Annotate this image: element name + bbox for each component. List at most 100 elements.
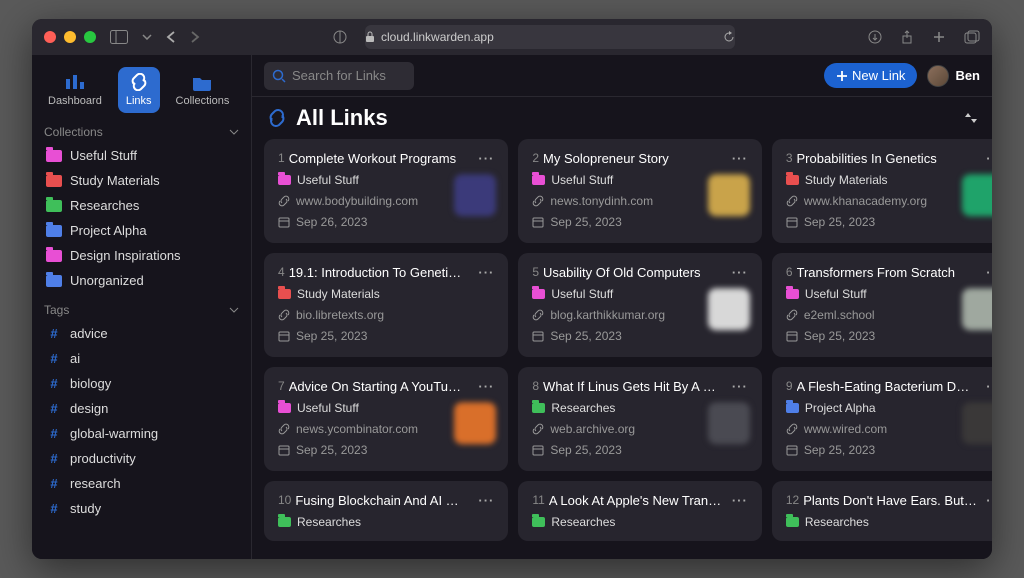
card-menu-button[interactable]: ··· [478,493,494,508]
sidebar-collection-item[interactable]: Project Alpha [32,218,251,243]
tags-header-label: Tags [44,303,69,317]
link-card[interactable]: 10 Fusing Blockchain And AI With Me... ·… [264,481,508,541]
tag-label: study [70,501,101,516]
sidebar-collection-item[interactable]: Unorganized [32,268,251,293]
card-title: Probabilities In Genetics [797,151,937,166]
card-collection[interactable]: Researches [278,515,494,529]
close-window-button[interactable] [44,31,56,43]
link-card[interactable]: 9 A Flesh-Eating Bacterium Discover... ·… [772,367,992,471]
link-card[interactable]: 1 Complete Workout Programs ··· Useful S… [264,139,508,243]
card-thumbnail [962,174,992,216]
user-menu[interactable]: Ben [927,65,980,87]
tag-label: design [70,401,108,416]
link-card[interactable]: 5 Usability Of Old Computers ··· Useful … [518,253,761,357]
sidebar-collection-item[interactable]: Design Inspirations [32,243,251,268]
chevron-down-icon [229,129,239,135]
card-menu-button[interactable]: ··· [732,493,748,508]
card-menu-button[interactable]: ··· [732,265,748,280]
card-number: 11 [532,493,544,508]
sidebar-tag-item[interactable]: # design [32,396,251,421]
link-icon [532,195,544,207]
sidebar-tag-item[interactable]: #ai [32,346,251,371]
link-card[interactable]: 6 Transformers From Scratch ··· Useful S… [772,253,992,357]
card-menu-button[interactable]: ··· [986,493,992,508]
link-icon [532,423,544,435]
back-button[interactable] [166,30,176,44]
card-collection[interactable]: Study Materials [278,287,494,301]
card-title: A Look At Apple's New Transform... [549,493,724,508]
card-menu-button[interactable]: ··· [732,151,748,166]
card-menu-button[interactable]: ··· [986,379,992,394]
card-menu-button[interactable]: ··· [986,265,992,280]
new-tab-icon[interactable] [932,30,946,44]
card-collection-label: Project Alpha [805,401,876,415]
card-collection[interactable]: Useful Stuff [786,287,992,301]
card-menu-button[interactable]: ··· [478,265,494,280]
tags-header[interactable]: Tags [32,299,251,321]
collection-label: Researches [70,198,139,213]
sidebar-collection-item[interactable]: Useful Stuff [32,143,251,168]
link-card[interactable]: 3 Probabilities In Genetics ··· Study Ma… [772,139,992,243]
sidebar-tag-item[interactable]: #productivity [32,446,251,471]
tabs-icon[interactable] [964,30,980,44]
link-icon [278,309,290,321]
maximize-window-button[interactable] [84,31,96,43]
card-number: 2 [532,151,539,166]
link-card[interactable]: 7 Advice On Starting A YouTube Cha... ··… [264,367,508,471]
sidebar-tag-item[interactable]: #advice [32,321,251,346]
new-link-button[interactable]: New Link [824,63,917,88]
sidebar-collection-item[interactable]: Study Materials [32,168,251,193]
downloads-icon[interactable] [868,30,882,44]
minimize-window-button[interactable] [64,31,76,43]
card-date: Sep 25, 2023 [532,215,747,229]
calendar-icon [786,216,798,228]
nav-collections[interactable]: Collections [168,67,238,113]
card-date: Sep 25, 2023 [278,443,494,457]
card-collection[interactable]: Project Alpha [786,401,992,415]
card-menu-button[interactable]: ··· [478,379,494,394]
card-collection[interactable]: Study Materials [786,173,992,187]
link-card[interactable]: 12 Plants Don't Have Ears. But They ... … [772,481,992,541]
lock-icon [365,31,375,43]
link-card[interactable]: 8 What If Linus Gets Hit By A Bus ··· Re… [518,367,761,471]
shield-icon[interactable] [333,30,347,44]
tag-label: biology [70,376,111,391]
card-collection-label: Researches [805,515,869,529]
calendar-icon [532,330,544,342]
address-bar[interactable]: cloud.linkwarden.app [365,25,735,49]
card-number: 3 [786,151,793,166]
sidebar-tag-item[interactable]: #biology [32,371,251,396]
card-collection[interactable]: Researches [786,515,992,529]
link-card[interactable]: 11 A Look At Apple's New Transform... ··… [518,481,761,541]
card-date-text: Sep 25, 2023 [550,443,621,457]
card-number: 4 [278,265,285,280]
card-collection-label: Useful Stuff [297,401,359,415]
link-card[interactable]: 2 My Solopreneur Story ··· Useful Stuff … [518,139,761,243]
card-collection[interactable]: Researches [532,515,747,529]
folder-icon [46,200,62,212]
hash-icon: # [46,401,62,416]
sidebar-collection-item[interactable]: Researches [32,193,251,218]
share-icon[interactable] [900,30,914,44]
nav-links[interactable]: Links [118,67,160,113]
calendar-icon [532,444,544,456]
card-menu-button[interactable]: ··· [478,151,494,166]
nav-dashboard[interactable]: Dashboard [40,67,110,113]
url-text: cloud.linkwarden.app [381,30,494,44]
traffic-lights [44,31,96,43]
chevron-down-icon[interactable] [142,34,152,40]
card-number: 12 [786,493,799,508]
link-card[interactable]: 4 19.1: Introduction To Genetics - Bio..… [264,253,508,357]
refresh-icon[interactable] [723,31,735,43]
sidebar-tag-item[interactable]: #research [32,471,251,496]
collections-header[interactable]: Collections [32,121,251,143]
search-input[interactable]: Search for Links [264,62,414,90]
card-menu-button[interactable]: ··· [986,151,992,166]
card-domain-text: www.wired.com [804,422,887,436]
card-menu-button[interactable]: ··· [732,379,748,394]
forward-button[interactable] [190,30,200,44]
sidebar-tag-item[interactable]: #study [32,496,251,521]
sort-button[interactable] [964,111,978,125]
sidebar-tag-item[interactable]: #global-warming [32,421,251,446]
sidebar-toggle-icon[interactable] [110,30,128,44]
